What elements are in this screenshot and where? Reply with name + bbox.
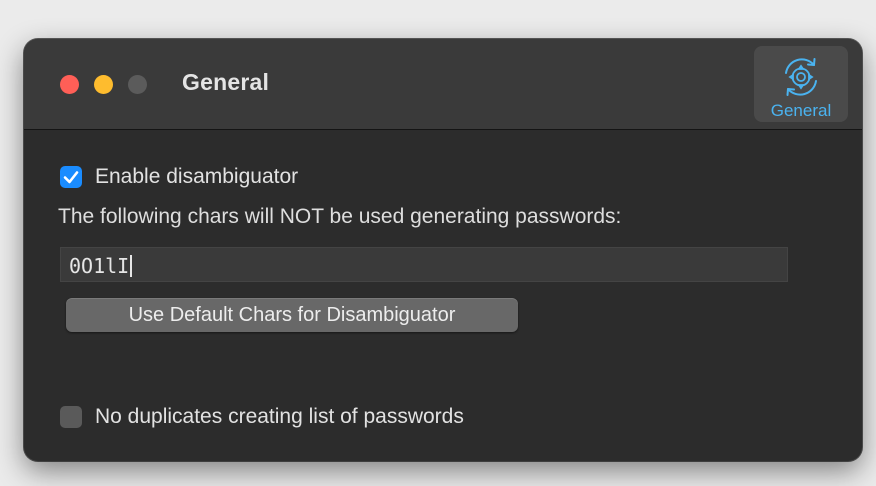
toolbar-general-label: General: [770, 101, 832, 120]
zoom-button: [128, 75, 147, 94]
general-settings-pane: Enable disambiguator The following chars…: [24, 130, 862, 461]
checkmark-icon: [63, 171, 79, 184]
no-duplicates-label[interactable]: No duplicates creating list of passwords: [95, 405, 464, 429]
gear-sync-icon: [785, 58, 817, 96]
enable-disambiguator-label[interactable]: Enable disambiguator: [95, 165, 298, 189]
excluded-chars-description: The following chars will NOT be used gen…: [58, 205, 622, 228]
title-bar: General General: [24, 39, 862, 130]
enable-disambiguator-checkbox[interactable]: [60, 166, 82, 188]
use-default-chars-button[interactable]: Use Default Chars for Disambiguator: [66, 298, 518, 332]
no-duplicates-checkbox[interactable]: [60, 406, 82, 428]
text-caret: [130, 255, 133, 277]
window-title: General: [182, 69, 270, 95]
toolbar-general-tab[interactable]: General: [754, 46, 848, 122]
excluded-chars-input[interactable]: 0O1lI: [60, 247, 788, 282]
close-button[interactable]: [60, 75, 79, 94]
minimize-button[interactable]: [94, 75, 113, 94]
preferences-window: General General Enable disambiguator The…: [24, 39, 862, 461]
excluded-chars-value: 0O1lI: [69, 254, 130, 278]
